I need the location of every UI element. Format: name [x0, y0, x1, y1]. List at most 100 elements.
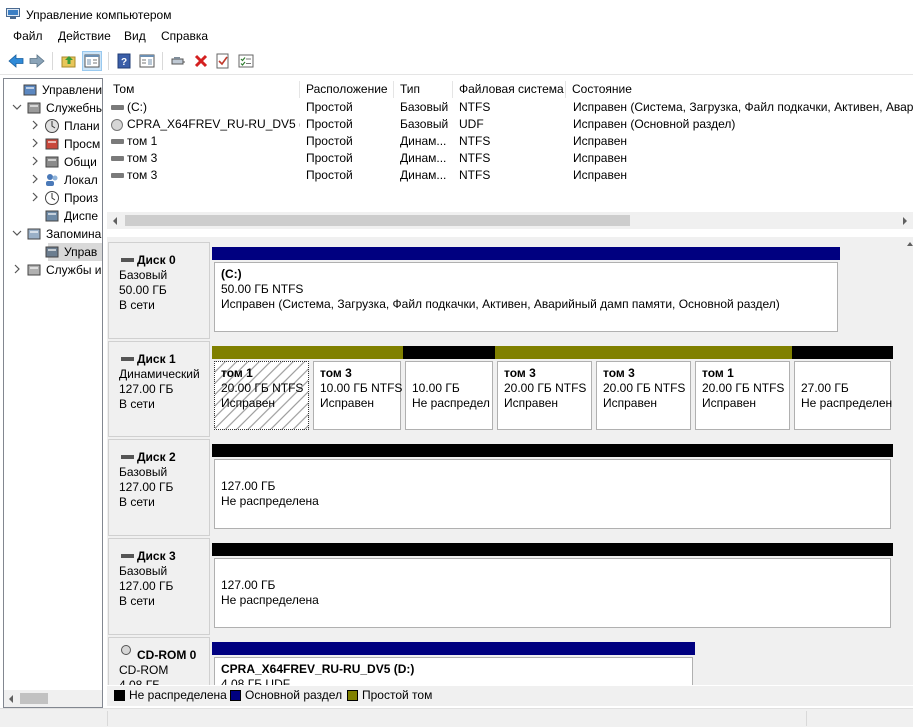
show-tree-button[interactable]	[82, 51, 102, 71]
partition-body: 127.00 ГБ Не распределена	[214, 558, 891, 628]
forward-button[interactable]	[27, 51, 47, 71]
partition-body: том 3 20.00 ГБ NTFS Исправен	[497, 361, 592, 430]
chevron-right-icon[interactable]	[30, 120, 40, 130]
partition-block[interactable]: том 1 20.00 ГБ NTFS Исправен	[693, 346, 792, 432]
scroll-left-icon[interactable]	[8, 695, 14, 703]
partition-color-bar	[693, 346, 792, 359]
tree-item-label: Диспе	[64, 209, 99, 223]
partition-color-bar	[212, 444, 893, 457]
tree-item-label: Службы и	[46, 263, 102, 277]
column-header-filesystem[interactable]: Файловая система	[453, 81, 566, 98]
chevron-down-icon[interactable]	[12, 228, 22, 238]
tree-item[interactable]: Общи	[4, 153, 102, 171]
chevron-right-icon[interactable]	[30, 156, 40, 166]
status-segment	[806, 711, 807, 726]
check-button[interactable]	[213, 51, 233, 71]
tree-item[interactable]: Локал	[4, 171, 102, 189]
up-button[interactable]	[59, 51, 79, 71]
check-icon	[216, 53, 229, 69]
partition-block[interactable]: (C:) 50.00 ГБ NTFS Исправен (Система, Загр…	[212, 247, 840, 334]
status-segment	[107, 711, 108, 726]
partition-block[interactable]: 10.00 ГБ Не распредел	[403, 346, 495, 432]
tree-item[interactable]: Просм	[4, 135, 102, 153]
column-header-status[interactable]: Состояние	[566, 81, 913, 98]
tree-item[interactable]: Службы и	[4, 261, 102, 279]
back-button[interactable]	[6, 51, 26, 71]
volume-cell-type: Динам...	[400, 168, 447, 182]
volume-horizontal-scrollbar[interactable]	[107, 212, 913, 229]
partition-block[interactable]: 27.00 ГБ Не распределен	[792, 346, 893, 432]
chevron-down-icon[interactable]	[12, 102, 22, 112]
tree-item[interactable]: Управление к	[4, 81, 102, 99]
show-tree-icon	[84, 54, 100, 68]
disk-label[interactable]: Диск 2 Базовый 127.00 ГБ В сети	[108, 439, 210, 536]
scroll-right-icon[interactable]	[902, 217, 908, 225]
volume-row[interactable]: том 1 Простой Динам... NTFS Исправен	[107, 133, 913, 150]
disk-type: CD-ROM	[119, 663, 169, 677]
partition-block[interactable]: том 3 10.00 ГБ NTFS Исправен	[311, 346, 403, 432]
settings-button[interactable]	[236, 51, 256, 71]
disk-label[interactable]: CD-ROM 0 CD-ROM 4.08 ГБ	[108, 637, 210, 685]
partition-body: том 3 10.00 ГБ NTFS Исправен	[313, 361, 402, 430]
tree-item[interactable]: Управ	[4, 243, 102, 261]
column-header-layout[interactable]: Расположение	[300, 81, 394, 98]
toolbar: ?	[0, 48, 913, 74]
disk-label[interactable]: Диск 0 Базовый 50.00 ГБ В сети	[108, 242, 210, 339]
tree-horizontal-scrollbar[interactable]	[4, 690, 102, 707]
menu-file[interactable]: Файл	[12, 30, 44, 48]
volume-scroll-thumb[interactable]	[125, 215, 630, 226]
partition-block[interactable]: CPRA_X64FREV_RU-RU_DV5 (D:) 4.08 ГБ UDF	[212, 642, 695, 685]
volume-row[interactable]: (C:) Простой Базовый NTFS Исправен (Система,…	[107, 99, 913, 116]
delete-button[interactable]	[191, 51, 211, 71]
partition-block[interactable]: 127.00 ГБ Не распределена	[212, 444, 893, 531]
chevron-right-icon[interactable]	[30, 192, 40, 202]
disk-label[interactable]: Диск 3 Базовый 127.00 ГБ В сети	[108, 538, 210, 635]
legend-swatch-primary	[230, 690, 241, 701]
menu-help[interactable]: Справка	[160, 30, 209, 48]
partition-title: (C:)	[221, 267, 242, 281]
volume-cell-type: Динам...	[400, 134, 447, 148]
partition-body: том 1 20.00 ГБ NTFS Исправен	[695, 361, 790, 430]
tree-item[interactable]: Диспе	[4, 207, 102, 225]
partition-size: 27.00 ГБ	[801, 380, 849, 395]
tree-item-label: Плани	[64, 119, 100, 133]
partition-color-bar	[792, 346, 893, 359]
partition-block[interactable]: том 1 20.00 ГБ NTFS Исправен	[212, 346, 311, 432]
title-bar: Управление компьютером	[0, 0, 913, 30]
disk-label[interactable]: Диск 1 Динамический 127.00 ГБ В сети	[108, 341, 210, 437]
help-button[interactable]: ?	[114, 51, 134, 71]
chevron-right-icon[interactable]	[30, 174, 40, 184]
disk-volume-icon	[111, 139, 124, 144]
partition-status: Не распредел	[412, 395, 490, 410]
properties-button[interactable]	[137, 51, 157, 71]
partition-block[interactable]: 127.00 ГБ Не распределена	[212, 543, 893, 630]
chevron-right-icon[interactable]	[30, 138, 40, 148]
scroll-up-icon[interactable]	[907, 241, 913, 247]
scroll-left-icon[interactable]	[112, 217, 118, 225]
tree-scroll-thumb[interactable]	[20, 693, 48, 704]
disk-name: Диск 1	[137, 352, 176, 366]
volume-cell-fs: NTFS	[459, 151, 491, 165]
menu-action[interactable]: Действие	[57, 30, 112, 48]
volume-row[interactable]: том 3 Простой Динам... NTFS Исправен	[107, 150, 913, 167]
partition-body: том 3 20.00 ГБ NTFS Исправен	[596, 361, 691, 430]
column-header-type[interactable]: Тип	[394, 81, 453, 98]
tree-item[interactable]: Служебны	[4, 99, 102, 117]
column-header-volume[interactable]: Том	[107, 81, 300, 98]
shared-folders-icon	[45, 156, 59, 168]
tree-item[interactable]: Произ	[4, 189, 102, 207]
menu-view[interactable]: Вид	[123, 30, 147, 48]
volume-row[interactable]: CPRA_X64FREV_RU-RU_DV5 (D:) Простой Базовы…	[107, 116, 913, 133]
tree-item[interactable]: Запомина	[4, 225, 102, 243]
tree-item[interactable]: Плани	[4, 117, 102, 135]
chevron-right-icon[interactable]	[12, 264, 22, 274]
partition-body: 27.00 ГБ Не распределен	[794, 361, 892, 430]
disk-vertical-scrollbar[interactable]	[907, 237, 913, 685]
connect-button[interactable]	[168, 51, 188, 71]
volume-cell-type: Базовый	[400, 100, 449, 114]
partition-block[interactable]: том 3 20.00 ГБ NTFS Исправен	[495, 346, 594, 432]
volume-cell-type: Базовый	[400, 117, 449, 131]
partition-block[interactable]: том 3 20.00 ГБ NTFS Исправен	[594, 346, 693, 432]
volume-row[interactable]: том 3 Простой Динам... NTFS Исправен	[107, 167, 913, 184]
partition-body: 127.00 ГБ Не распределена	[214, 459, 891, 529]
